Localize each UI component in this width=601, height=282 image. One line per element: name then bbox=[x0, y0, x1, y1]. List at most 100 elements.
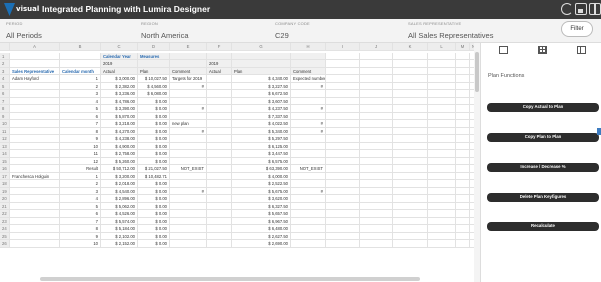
row-number[interactable]: 14 bbox=[0, 150, 10, 158]
grid-cell[interactable]: $ 4,900.00 bbox=[101, 142, 138, 150]
grid-cell[interactable]: $ 0.00 bbox=[138, 112, 170, 120]
grid-cell[interactable] bbox=[428, 97, 456, 105]
grid-cell[interactable] bbox=[10, 202, 60, 210]
grid-cell[interactable]: $ 6,327.50 bbox=[232, 202, 291, 210]
grid-cell[interactable] bbox=[326, 67, 360, 75]
grid-cell[interactable]: 4 bbox=[60, 195, 101, 203]
grid-cell[interactable] bbox=[428, 240, 456, 248]
grid-cell[interactable] bbox=[170, 60, 207, 68]
grid-cell[interactable]: $ 5,062.00 bbox=[101, 202, 138, 210]
grid-cell[interactable] bbox=[428, 67, 456, 75]
grid-cell[interactable] bbox=[207, 210, 232, 218]
grid-cell[interactable] bbox=[428, 60, 456, 68]
grid-cell[interactable] bbox=[456, 105, 470, 113]
grid-cell[interactable] bbox=[393, 232, 428, 240]
grid-cell[interactable] bbox=[291, 217, 326, 225]
row-number[interactable]: 21 bbox=[0, 202, 10, 210]
grid-cell[interactable] bbox=[326, 82, 360, 90]
grid-cell[interactable] bbox=[10, 142, 60, 150]
grid-cell[interactable]: Comment bbox=[291, 67, 326, 75]
grid-cell[interactable]: 1 bbox=[60, 75, 101, 83]
grid-cell[interactable] bbox=[207, 90, 232, 98]
grid-cell[interactable] bbox=[60, 60, 101, 68]
grid-cell[interactable] bbox=[456, 127, 470, 135]
grid-cell[interactable]: $ 0.00 bbox=[138, 232, 170, 240]
grid-cell[interactable] bbox=[60, 52, 101, 60]
grid-cell[interactable] bbox=[170, 240, 207, 248]
grid-cell[interactable] bbox=[393, 165, 428, 173]
grid-cell[interactable]: Actual bbox=[207, 67, 232, 75]
grid-cell[interactable]: 7 bbox=[60, 120, 101, 128]
grid-cell[interactable] bbox=[170, 150, 207, 158]
grid-cell[interactable] bbox=[360, 127, 393, 135]
grid-cell[interactable] bbox=[207, 52, 232, 60]
grid-cell[interactable] bbox=[207, 97, 232, 105]
vertical-scroll-thumb[interactable] bbox=[475, 52, 479, 92]
grid-cell[interactable] bbox=[326, 232, 360, 240]
grid-cell[interactable] bbox=[393, 112, 428, 120]
grid-cell[interactable]: $ 5,574.00 bbox=[101, 217, 138, 225]
grid-cell[interactable] bbox=[456, 172, 470, 180]
grid-cell[interactable] bbox=[326, 127, 360, 135]
grid-cell[interactable] bbox=[232, 60, 291, 68]
grid-corner[interactable] bbox=[0, 43, 10, 51]
column-header[interactable]: I bbox=[326, 43, 360, 51]
grid-cell[interactable]: $ 5,675.00 bbox=[232, 187, 291, 195]
grid-cell[interactable]: 2019 bbox=[101, 60, 138, 68]
grid-cell[interactable] bbox=[291, 157, 326, 165]
grid-cell[interactable] bbox=[428, 52, 456, 60]
grid-cell[interactable]: $ 5,870.00 bbox=[101, 112, 138, 120]
grid-cell[interactable]: $ 6,125.00 bbox=[232, 142, 291, 150]
grid-cell[interactable] bbox=[10, 60, 60, 68]
grid-cell[interactable] bbox=[456, 135, 470, 143]
grid-cell[interactable] bbox=[291, 142, 326, 150]
grid-cell[interactable]: $ 4,270.00 bbox=[101, 127, 138, 135]
grid-cell[interactable]: $ 10,027.50 bbox=[138, 75, 170, 83]
grid-cell[interactable] bbox=[10, 52, 60, 60]
grid-cell[interactable]: $ 21,027.50 bbox=[138, 165, 170, 173]
refresh-icon[interactable] bbox=[561, 3, 573, 15]
horizontal-scrollbar[interactable] bbox=[40, 277, 420, 281]
grid-cell[interactable] bbox=[10, 150, 60, 158]
grid-cell[interactable] bbox=[170, 142, 207, 150]
save-icon[interactable] bbox=[575, 3, 587, 15]
grid-cell[interactable] bbox=[393, 187, 428, 195]
grid-cell[interactable] bbox=[291, 112, 326, 120]
grid-cell[interactable]: $ 2,382.00 bbox=[101, 82, 138, 90]
grid-cell[interactable] bbox=[456, 187, 470, 195]
delete-plan-keyfigures-button[interactable]: Delete Plan Keyfigures bbox=[487, 193, 599, 202]
grid-cell[interactable] bbox=[428, 105, 456, 113]
grid-cell[interactable] bbox=[428, 232, 456, 240]
grid-cell[interactable] bbox=[207, 142, 232, 150]
grid-cell[interactable] bbox=[393, 202, 428, 210]
grid-cell[interactable] bbox=[456, 112, 470, 120]
grid-cell[interactable] bbox=[360, 75, 393, 83]
grid-cell[interactable] bbox=[10, 210, 60, 218]
grid-cell[interactable] bbox=[360, 217, 393, 225]
grid-cell[interactable] bbox=[207, 135, 232, 143]
grid-cell[interactable]: 5 bbox=[60, 105, 101, 113]
row-number[interactable]: 3 bbox=[0, 67, 10, 75]
grid-cell[interactable] bbox=[207, 225, 232, 233]
grid-cell[interactable]: $ 0.00 bbox=[138, 202, 170, 210]
grid-cell[interactable] bbox=[10, 195, 60, 203]
filter-period[interactable]: PERIOD All Periods bbox=[6, 21, 42, 40]
grid-cell[interactable] bbox=[207, 120, 232, 128]
grid-cell[interactable] bbox=[393, 52, 428, 60]
grid-cell[interactable]: $ 4,340.00 bbox=[232, 75, 291, 83]
column-header[interactable]: E bbox=[170, 43, 207, 51]
grid-cell[interactable] bbox=[428, 217, 456, 225]
grid-cell[interactable]: $ 2,758.00 bbox=[101, 150, 138, 158]
row-number[interactable]: 16 bbox=[0, 165, 10, 173]
column-header[interactable]: C bbox=[101, 43, 138, 51]
grid-cell[interactable] bbox=[360, 150, 393, 158]
grid-cell[interactable]: Adam Hayford bbox=[10, 75, 60, 83]
grid-cell[interactable]: 7 bbox=[60, 217, 101, 225]
grid-cell[interactable]: Calendar Year bbox=[101, 52, 138, 60]
recalculate-button[interactable]: Recalculate bbox=[487, 222, 599, 231]
grid-cell[interactable] bbox=[456, 210, 470, 218]
grid-cell[interactable] bbox=[326, 180, 360, 188]
grid-cell[interactable] bbox=[326, 90, 360, 98]
grid-cell[interactable]: 1 bbox=[60, 172, 101, 180]
grid-cell[interactable] bbox=[393, 150, 428, 158]
